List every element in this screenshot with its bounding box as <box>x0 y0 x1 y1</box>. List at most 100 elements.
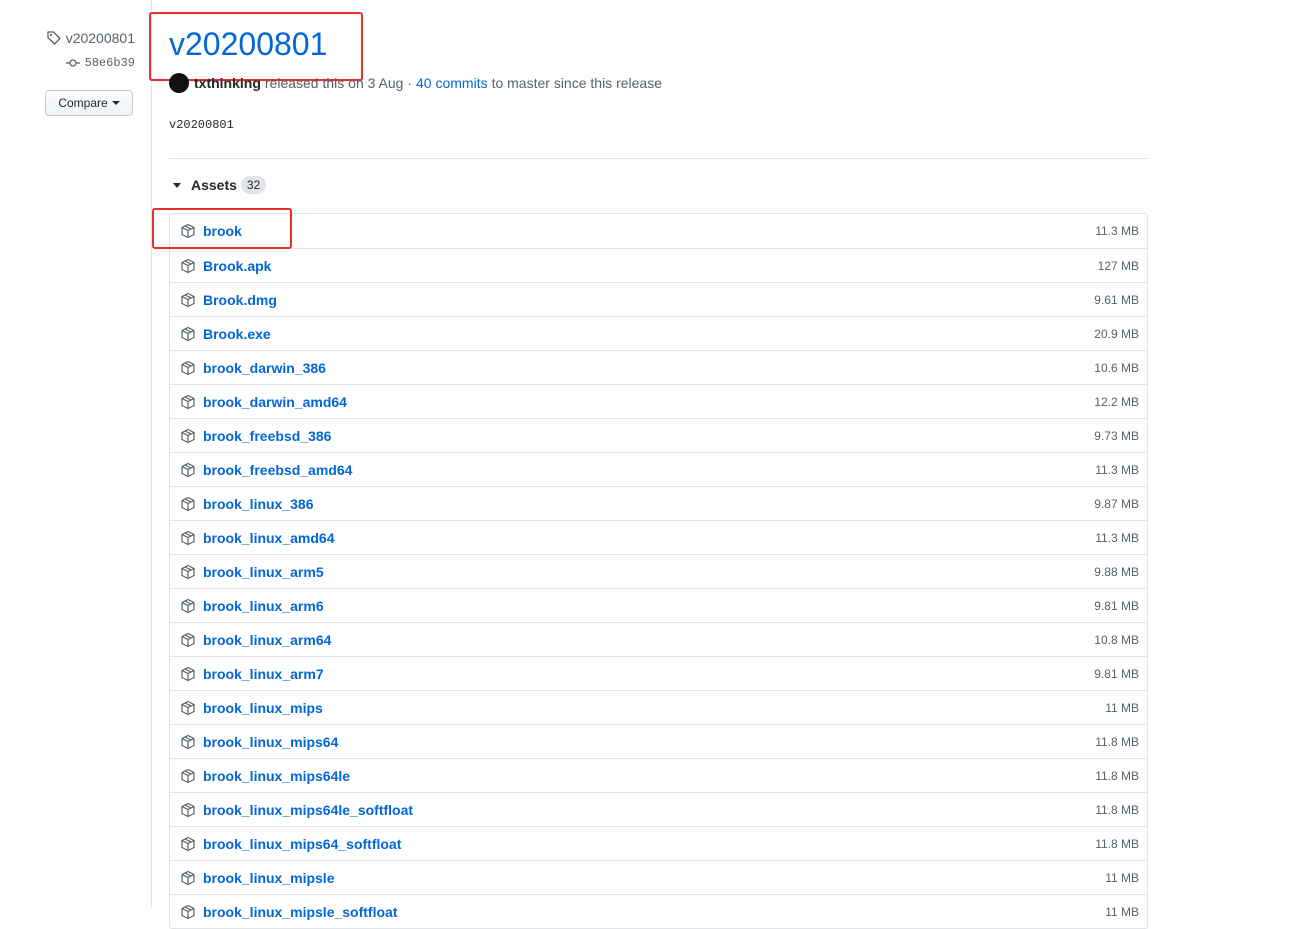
asset-name-link[interactable]: brook_linux_mips64le <box>203 768 1095 784</box>
avatar[interactable] <box>169 73 189 93</box>
release-meta: txthinking released this on 3 Aug · 40 c… <box>169 73 662 93</box>
asset-name-link[interactable]: brook_freebsd_386 <box>203 428 1094 444</box>
asset-name-link[interactable]: brook_linux_amd64 <box>203 530 1095 546</box>
package-icon <box>180 598 196 614</box>
compare-label: Compare <box>58 96 108 110</box>
divider <box>169 158 1148 159</box>
package-icon <box>180 768 196 784</box>
asset-size: 11.8 MB <box>1095 734 1139 749</box>
asset-name-link[interactable]: brook_linux_arm5 <box>203 564 1094 580</box>
triangle-down-icon <box>173 182 181 188</box>
package-icon <box>180 802 196 818</box>
asset-name-link[interactable]: brook_linux_mipsle_softfloat <box>203 904 1105 920</box>
asset-size: 11 MB <box>1105 700 1139 715</box>
assets-toggle[interactable]: Assets 32 <box>173 176 267 194</box>
compare-button[interactable]: Compare <box>45 90 133 116</box>
asset-size: 9.61 MB <box>1094 292 1139 307</box>
package-icon <box>180 870 196 886</box>
asset-row: brook_linux_mipsle 11 MB <box>170 860 1147 894</box>
asset-row: brook_linux_mips64le 11.8 MB <box>170 758 1147 792</box>
package-icon <box>180 734 196 750</box>
asset-name-link[interactable]: brook_darwin_386 <box>203 360 1094 376</box>
asset-size: 9.81 MB <box>1094 666 1139 681</box>
asset-row: Brook.apk 127 MB <box>170 248 1147 282</box>
asset-size: 9.88 MB <box>1094 564 1139 579</box>
asset-size: 9.73 MB <box>1094 428 1139 443</box>
commit-sha: 58e6b39 <box>84 56 135 70</box>
package-icon <box>180 564 196 580</box>
asset-size: 12.2 MB <box>1094 394 1139 409</box>
package-icon <box>180 496 196 512</box>
asset-name-link[interactable]: brook_freebsd_amd64 <box>203 462 1095 478</box>
caret-down-icon <box>111 101 120 105</box>
asset-row: brook_linux_386 9.87 MB <box>170 486 1147 520</box>
asset-size: 11.3 MB <box>1095 530 1139 545</box>
asset-size: 10.6 MB <box>1094 360 1139 375</box>
package-icon <box>180 292 196 308</box>
asset-row: brook_linux_arm6 9.81 MB <box>170 588 1147 622</box>
package-icon <box>180 258 196 274</box>
asset-row: brook_linux_arm64 10.8 MB <box>170 622 1147 656</box>
asset-size: 11.3 MB <box>1095 224 1139 238</box>
asset-name-link[interactable]: brook <box>203 223 1095 239</box>
asset-size: 20.9 MB <box>1094 326 1139 341</box>
package-icon <box>180 904 196 920</box>
asset-row: brook_linux_mipsle_softfloat 11 MB <box>170 894 1147 928</box>
asset-name-link[interactable]: brook_darwin_amd64 <box>203 394 1094 410</box>
asset-name-link[interactable]: brook_linux_mips64 <box>203 734 1095 750</box>
asset-size: 11.8 MB <box>1095 836 1139 851</box>
tag-label: v20200801 <box>65 30 135 46</box>
asset-row: brook_darwin_amd64 12.2 MB <box>170 384 1147 418</box>
asset-name-link[interactable]: Brook.apk <box>203 258 1098 274</box>
asset-size: 11.8 MB <box>1095 768 1139 783</box>
asset-size: 11.3 MB <box>1095 462 1139 477</box>
asset-row: brook_linux_mips64_softfloat 11.8 MB <box>170 826 1147 860</box>
asset-row: brook_linux_mips64 11.8 MB <box>170 724 1147 758</box>
asset-row: brook_freebsd_amd64 11.3 MB <box>170 452 1147 486</box>
commit-link[interactable]: 58e6b39 <box>65 56 135 70</box>
package-icon <box>180 394 196 410</box>
package-icon <box>180 360 196 376</box>
package-icon <box>180 666 196 682</box>
asset-name-link[interactable]: Brook.exe <box>203 326 1094 342</box>
asset-name-link[interactable]: brook_linux_mips64_softfloat <box>203 836 1095 852</box>
asset-name-link[interactable]: brook_linux_arm64 <box>203 632 1094 648</box>
package-icon <box>180 632 196 648</box>
author-link[interactable]: txthinking <box>194 75 261 91</box>
asset-row: brook_darwin_386 10.6 MB <box>170 350 1147 384</box>
asset-name-link[interactable]: brook_linux_mips <box>203 700 1105 716</box>
asset-name-link[interactable]: brook_linux_mipsle <box>203 870 1105 886</box>
asset-row: Brook.exe 20.9 MB <box>170 316 1147 350</box>
asset-row: brook_freebsd_386 9.73 MB <box>170 418 1147 452</box>
asset-name-link[interactable]: brook_linux_mips64le_softfloat <box>203 802 1095 818</box>
package-icon <box>180 326 196 342</box>
release-sidebar: v20200801 58e6b39 Compare <box>0 0 152 908</box>
commits-link[interactable]: 40 commits <box>416 75 488 91</box>
asset-name-link[interactable]: brook_linux_arm7 <box>203 666 1094 682</box>
asset-size: 127 MB <box>1097 258 1139 273</box>
asset-size: 9.87 MB <box>1094 496 1139 511</box>
assets-label: Assets <box>191 177 237 193</box>
asset-size: 9.81 MB <box>1094 598 1139 613</box>
asset-name-link[interactable]: Brook.dmg <box>203 292 1094 308</box>
commit-icon <box>65 59 80 67</box>
timeline-divider <box>151 0 152 908</box>
package-icon <box>180 530 196 546</box>
package-icon <box>180 428 196 444</box>
asset-size: 11 MB <box>1105 870 1139 885</box>
asset-size: 10.8 MB <box>1094 632 1139 647</box>
asset-row: brook_linux_arm5 9.88 MB <box>170 554 1147 588</box>
commits-suffix: to master since this release <box>491 75 662 91</box>
tag-icon <box>47 31 61 45</box>
asset-size: 11.8 MB <box>1095 802 1139 817</box>
asset-list: brook 11.3 MB Brook.apk 127 MB Brook.dmg 9.61… <box>169 213 1148 929</box>
package-icon <box>180 700 196 716</box>
asset-row: brook_linux_mips64le_softfloat 11.8 MB <box>170 792 1147 826</box>
released-text: released this on 3 Aug · <box>264 75 412 91</box>
asset-name-link[interactable]: brook_linux_arm6 <box>203 598 1094 614</box>
asset-row: brook 11.3 MB <box>170 214 1147 248</box>
assets-count-badge: 32 <box>240 176 267 194</box>
asset-name-link[interactable]: brook_linux_386 <box>203 496 1094 512</box>
tag-link[interactable]: v20200801 <box>46 30 135 46</box>
asset-size: 11 MB <box>1105 904 1139 919</box>
